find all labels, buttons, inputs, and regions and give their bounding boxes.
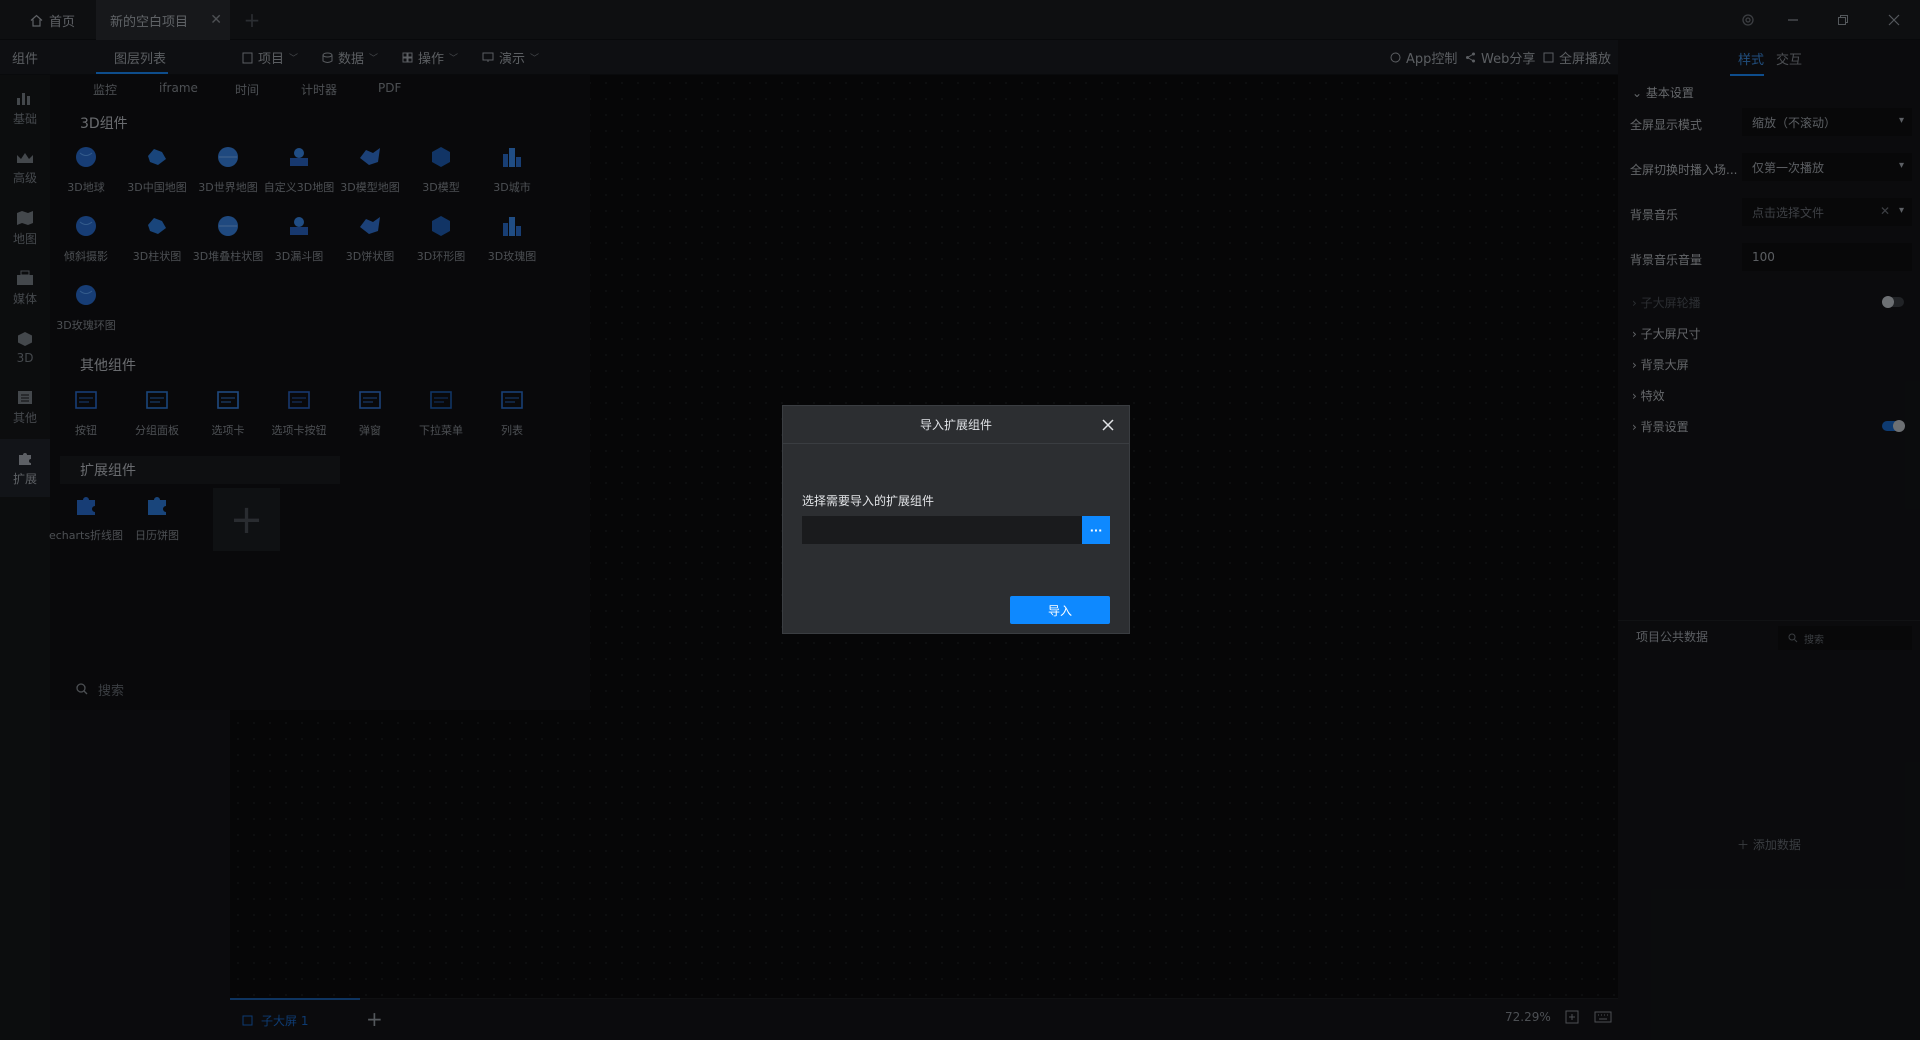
dialog-label: 选择需要导入的扩展组件 xyxy=(802,494,935,508)
dialog-title: 导入扩展组件 xyxy=(919,418,992,432)
dialog-header: 导入扩展组件 xyxy=(783,406,1129,444)
extension-file-input[interactable] xyxy=(802,516,1082,544)
import-button[interactable]: 导入 xyxy=(1010,596,1110,624)
browse-button[interactable]: ··· xyxy=(1082,516,1110,544)
import-extension-dialog: 导入扩展组件 选择需要导入的扩展组件 ··· 导入 xyxy=(782,405,1130,634)
close-icon[interactable] xyxy=(1101,418,1115,432)
